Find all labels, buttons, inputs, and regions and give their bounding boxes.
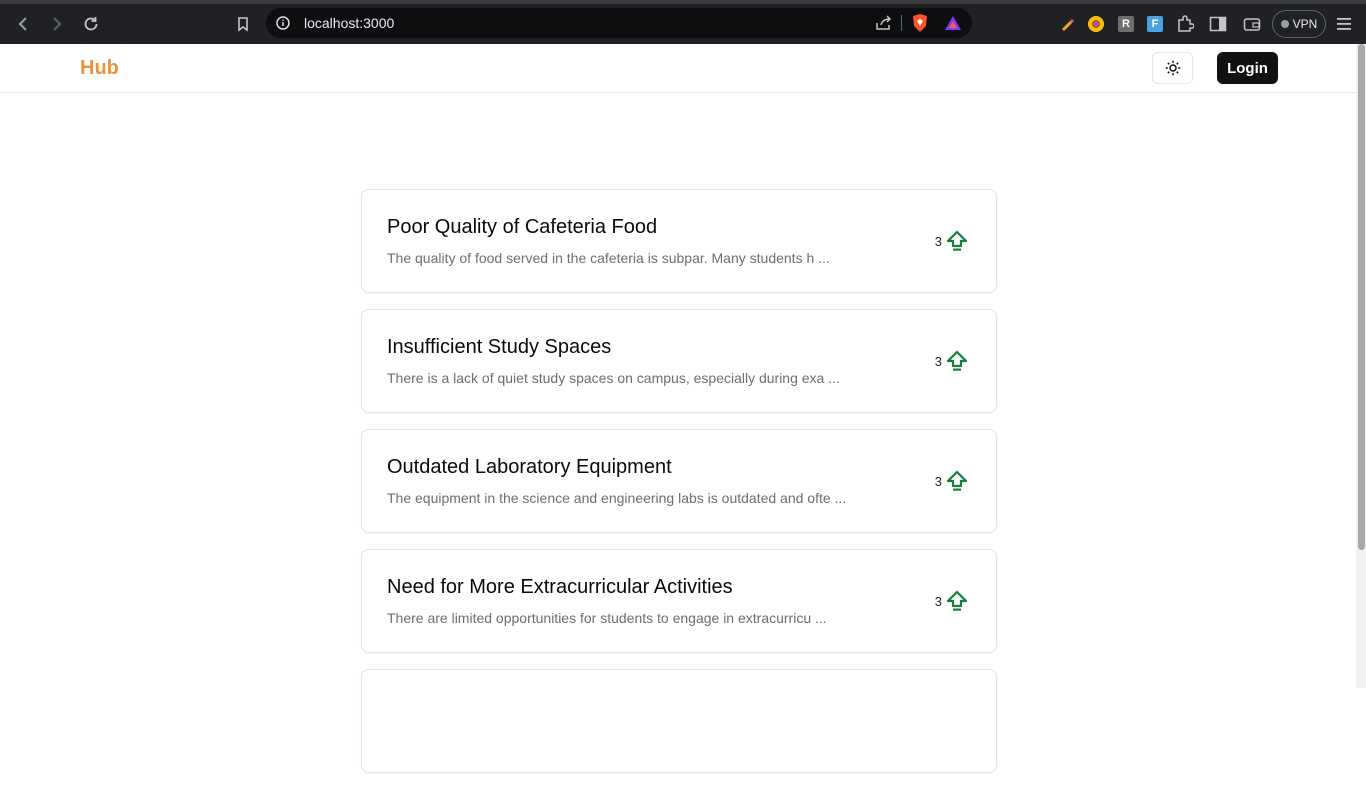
reload-icon <box>84 17 98 31</box>
chevron-right-icon <box>53 17 62 31</box>
vpn-label: VPN <box>1292 17 1318 31</box>
back-button[interactable] <box>10 12 36 36</box>
menu-icon[interactable] <box>1333 13 1355 35</box>
issue-list: Poor Quality of Cafeteria Food The quali… <box>361 189 997 789</box>
bookmark-button[interactable] <box>230 12 256 36</box>
issue-description: There are limited opportunities for stud… <box>387 610 827 626</box>
color-extension-icon[interactable] <box>1085 13 1107 35</box>
f-extension-icon[interactable]: F <box>1144 13 1166 35</box>
issue-description: There is a lack of quiet study spaces on… <box>387 370 840 386</box>
issue-title: Need for More Extracurricular Activities <box>387 576 733 598</box>
extensions-puzzle-icon[interactable] <box>1174 13 1196 35</box>
browser-toolbar: localhost:3000 R F VPN <box>0 4 1366 44</box>
pen-extension-icon[interactable] <box>1056 13 1078 35</box>
issue-card[interactable]: Need for More Extracurricular Activities… <box>361 549 997 653</box>
issue-title: Outdated Laboratory Equipment <box>387 456 672 478</box>
issue-title: Insufficient Study Spaces <box>387 336 612 358</box>
brave-shield-icon[interactable] <box>911 13 929 33</box>
app-header: Hub Login <box>0 44 1356 93</box>
vote-group: 3 <box>935 350 968 372</box>
sidebar-toggle-icon[interactable] <box>1207 13 1229 35</box>
vote-count: 3 <box>934 233 942 249</box>
theme-toggle-button[interactable] <box>1152 52 1193 84</box>
vote-count: 3 <box>934 353 942 369</box>
issue-card[interactable]: Outdated Laboratory Equipment The equipm… <box>361 429 997 533</box>
r-extension-icon[interactable]: R <box>1115 13 1137 35</box>
upvote-arrow-icon[interactable] <box>946 470 968 492</box>
issue-description: The quality of food served in the cafete… <box>387 250 830 266</box>
issue-title: Poor Quality of Cafeteria Food <box>387 216 658 238</box>
vpn-status-dot <box>1280 20 1289 28</box>
reload-button[interactable] <box>78 12 104 36</box>
login-button[interactable]: Login <box>1217 52 1278 84</box>
vote-count: 3 <box>934 593 942 609</box>
bookmark-icon <box>238 17 248 32</box>
address-bar[interactable]: localhost:3000 <box>266 8 972 38</box>
vote-group: 3 <box>935 470 968 492</box>
issue-card[interactable]: Poor Quality of Cafeteria Food The quali… <box>361 189 997 293</box>
issue-card[interactable]: Insufficient Study Spaces There is a lac… <box>361 309 997 413</box>
vote-count: 3 <box>934 473 942 489</box>
upvote-arrow-icon[interactable] <box>946 350 968 372</box>
issue-card[interactable] <box>361 669 997 773</box>
divider <box>901 15 902 31</box>
logo[interactable]: Hub <box>80 57 119 80</box>
forward-button[interactable] <box>44 12 70 36</box>
vpn-button[interactable]: VPN <box>1272 10 1326 38</box>
issue-description: The equipment in the science and enginee… <box>387 490 847 506</box>
upvote-arrow-icon[interactable] <box>946 590 968 612</box>
vote-group: 3 <box>935 230 968 252</box>
wallet-icon[interactable] <box>1241 13 1263 35</box>
url-text: localhost:3000 <box>304 15 395 31</box>
share-icon[interactable] <box>875 15 893 31</box>
sun-icon <box>1165 60 1180 76</box>
upvote-arrow-icon[interactable] <box>946 230 968 252</box>
vote-group: 3 <box>935 590 968 612</box>
info-icon <box>276 16 290 30</box>
scrollbar-thumb[interactable] <box>1358 44 1365 550</box>
chevron-left-icon <box>18 17 27 31</box>
brave-rewards-icon[interactable] <box>944 15 962 31</box>
